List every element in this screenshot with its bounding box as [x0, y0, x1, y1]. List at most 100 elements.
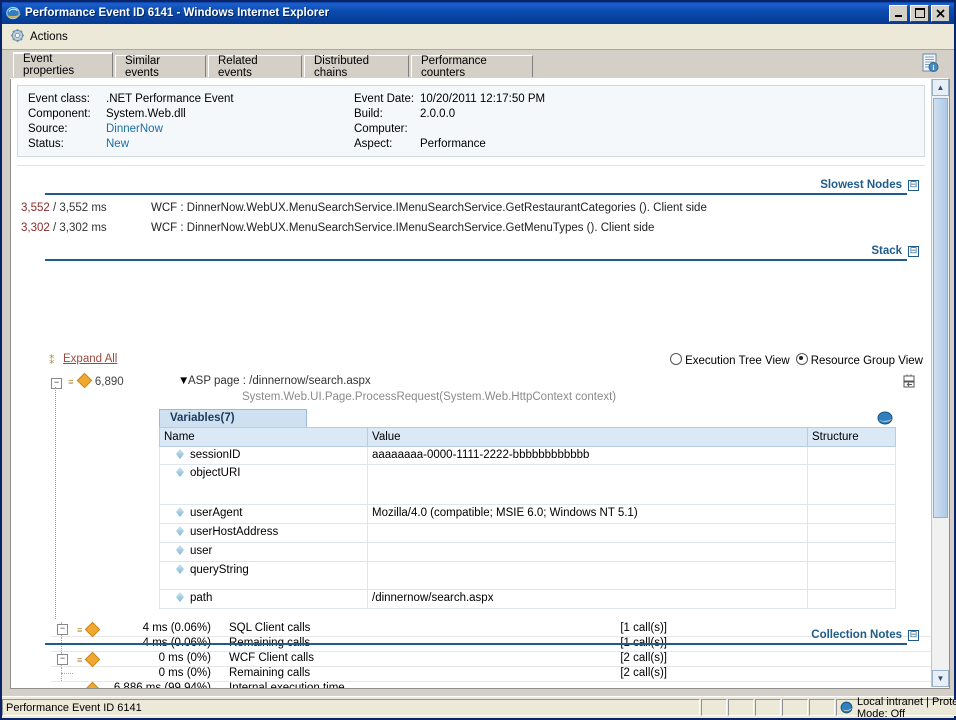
variable-structure-cell: [807, 446, 896, 465]
status-slot-1: [701, 699, 727, 716]
aspect-label: Aspect:: [354, 138, 393, 150]
tree-guide: [61, 667, 62, 681]
table-row[interactable]: path /dinnernow/search.aspx: [159, 589, 896, 609]
row-expander[interactable]: −: [57, 624, 68, 635]
radio-icon-selected[interactable]: [795, 353, 808, 365]
tab-event-properties[interactable]: Event properties: [13, 52, 113, 77]
table-row[interactable]: user: [159, 542, 896, 562]
collection-notes-rule: [45, 643, 907, 645]
aspect-value: Performance: [420, 138, 486, 150]
status-slot-5: [809, 699, 835, 716]
status-value[interactable]: New: [106, 138, 129, 150]
tree-row-sql-client-calls[interactable]: − ≡ 4 ms (0.06%) SQL Client calls [1 cal…: [51, 621, 931, 638]
asp-page-label[interactable]: ASP page : /dinnernow/search.aspx: [188, 375, 371, 387]
variable-structure-cell: [807, 504, 896, 524]
slowest-node-row[interactable]: 3,302 / 3,302 ms WCF : DinnerNow.WebUX.M…: [21, 222, 654, 234]
call-stack-icon[interactable]: [901, 374, 917, 393]
slowest-node-text: WCF : DinnerNow.WebUX.MenuSearchService.…: [151, 202, 707, 214]
event-details-panel: Event class: .NET Performance Event Comp…: [17, 85, 925, 157]
actions-menu[interactable]: Actions: [30, 31, 68, 43]
slowest-nodes-collapse-icon[interactable]: ⊟: [908, 180, 919, 191]
variable-name: userAgent: [190, 507, 243, 519]
row-time: 0 ms (0%): [158, 652, 211, 664]
tree-elbow: [61, 688, 73, 689]
slowest-nodes-rule: [45, 193, 907, 195]
slowest-node-time-primary: 3,552: [21, 202, 50, 214]
expand-all-link[interactable]: Expand All: [63, 353, 117, 365]
variable-name-cell: queryString: [159, 561, 368, 590]
row-time: 0 ms (0%): [158, 667, 211, 679]
tree-row-wcf-client-calls[interactable]: − ≡ 0 ms (0%) WCF Client calls [2 call(s…: [51, 651, 931, 668]
collection-notes-heading: Collection Notes ⊟: [811, 629, 919, 641]
radio-resource-group-view[interactable]: Resource Group View: [795, 353, 923, 367]
stack-collapse-icon[interactable]: ⊟: [908, 246, 919, 257]
tab-related-events[interactable]: Related events: [208, 55, 302, 79]
variable-name: userHostAddress: [190, 526, 279, 538]
component-label: Component:: [28, 108, 91, 120]
stack-root-node: − ≡ 6,890 ▼ ASP page : /dinnernow/search…: [51, 372, 931, 403]
table-row[interactable]: userAgent Mozilla/4.0 (compatible; MSIE …: [159, 504, 896, 524]
security-zone[interactable]: Local intranet | Protected Mode: Off: [836, 696, 956, 720]
maximize-button[interactable]: [910, 4, 929, 22]
variable-name: queryString: [190, 564, 249, 576]
close-button[interactable]: [931, 4, 950, 22]
event-class-label: Event class:: [28, 93, 90, 105]
variables-col-structure: Structure: [807, 427, 896, 447]
scroll-up-button[interactable]: ▲: [932, 79, 949, 96]
variable-name-cell: sessionID: [159, 446, 368, 465]
table-row[interactable]: sessionID aaaaaaaa-0000-1111-2222-bbbbbb…: [159, 446, 896, 465]
scrollbar-thumb[interactable]: [933, 98, 948, 518]
event-info-icon[interactable]: i: [920, 52, 940, 74]
table-row[interactable]: userHostAddress: [159, 523, 896, 543]
variable-value-cell: [367, 561, 808, 590]
slowest-node-row[interactable]: 3,552 / 3,552 ms WCF : DinnerNow.WebUX.M…: [21, 202, 707, 214]
build-value: 2.0.0.0: [420, 108, 456, 120]
root-node-icon: [76, 372, 92, 389]
row-label: SQL Client calls: [229, 622, 311, 634]
variable-value-cell: aaaaaaaa-0000-1111-2222-bbbbbbbbbbbb: [367, 446, 808, 465]
variable-icon: [176, 564, 184, 574]
slowest-nodes-title: Slowest Nodes: [820, 179, 902, 191]
variable-value-cell: /dinnernow/search.aspx: [367, 589, 808, 609]
table-row[interactable]: objectURI: [159, 464, 896, 505]
variable-icon: [176, 526, 184, 536]
tree-row-remaining-calls-wcf[interactable]: 0 ms (0%) Remaining calls [2 call(s)]: [51, 667, 931, 682]
event-date-label: Event Date:: [354, 93, 415, 105]
stack-rule: [45, 259, 907, 261]
status-text: Performance Event ID 6141: [2, 699, 700, 716]
row-time: 4 ms (0.06%): [142, 622, 211, 634]
collection-notes-collapse-icon[interactable]: ⊟: [908, 630, 919, 641]
page-scrollbar[interactable]: ▲ ▼: [931, 79, 949, 687]
tab-similar-events[interactable]: Similar events: [115, 55, 206, 79]
view-mode-radio-group: Execution Tree View Resource Group View: [670, 353, 923, 367]
table-row[interactable]: queryString: [159, 561, 896, 590]
variables-table: Name Value Structure sessionID aaaaaaaa-…: [159, 427, 896, 609]
scroll-down-button[interactable]: ▼: [932, 670, 949, 687]
variables-panel: Variables(7) Name Value Structure sessio…: [159, 409, 896, 609]
details-divider: [17, 165, 925, 166]
variable-value-cell: [367, 523, 808, 543]
root-expander[interactable]: −: [51, 378, 62, 389]
browser-window: Performance Event ID 6141 - Windows Inte…: [0, 0, 956, 720]
expand-all-icon: ⁑: [49, 355, 54, 367]
build-label: Build:: [354, 108, 383, 120]
row-expander[interactable]: −: [57, 654, 68, 665]
actions-bar: Actions: [2, 24, 954, 50]
svg-text:i: i: [933, 64, 935, 72]
minimize-button[interactable]: [889, 4, 908, 22]
variable-name: objectURI: [190, 467, 241, 479]
variable-icon: [176, 449, 184, 459]
tab-performance-counters[interactable]: Performance counters: [411, 55, 533, 79]
root-bars-icon: ≡: [68, 377, 74, 387]
radio-icon[interactable]: [670, 353, 683, 365]
radio-execution-tree-view[interactable]: Execution Tree View: [670, 353, 790, 367]
tree-guide-line: [55, 387, 56, 619]
tab-distributed-chains[interactable]: Distributed chains: [304, 55, 409, 79]
variables-tab[interactable]: Variables(7): [159, 409, 307, 427]
variable-icon: [176, 507, 184, 517]
source-value[interactable]: DinnerNow: [106, 123, 163, 135]
variables-col-name: Name: [159, 427, 368, 447]
variables-col-value: Value: [367, 427, 808, 447]
tree-row-internal-execution-time[interactable]: ≡ 6,886 ms (99.94%) Internal execution t…: [51, 681, 931, 689]
variable-name: user: [190, 545, 213, 557]
